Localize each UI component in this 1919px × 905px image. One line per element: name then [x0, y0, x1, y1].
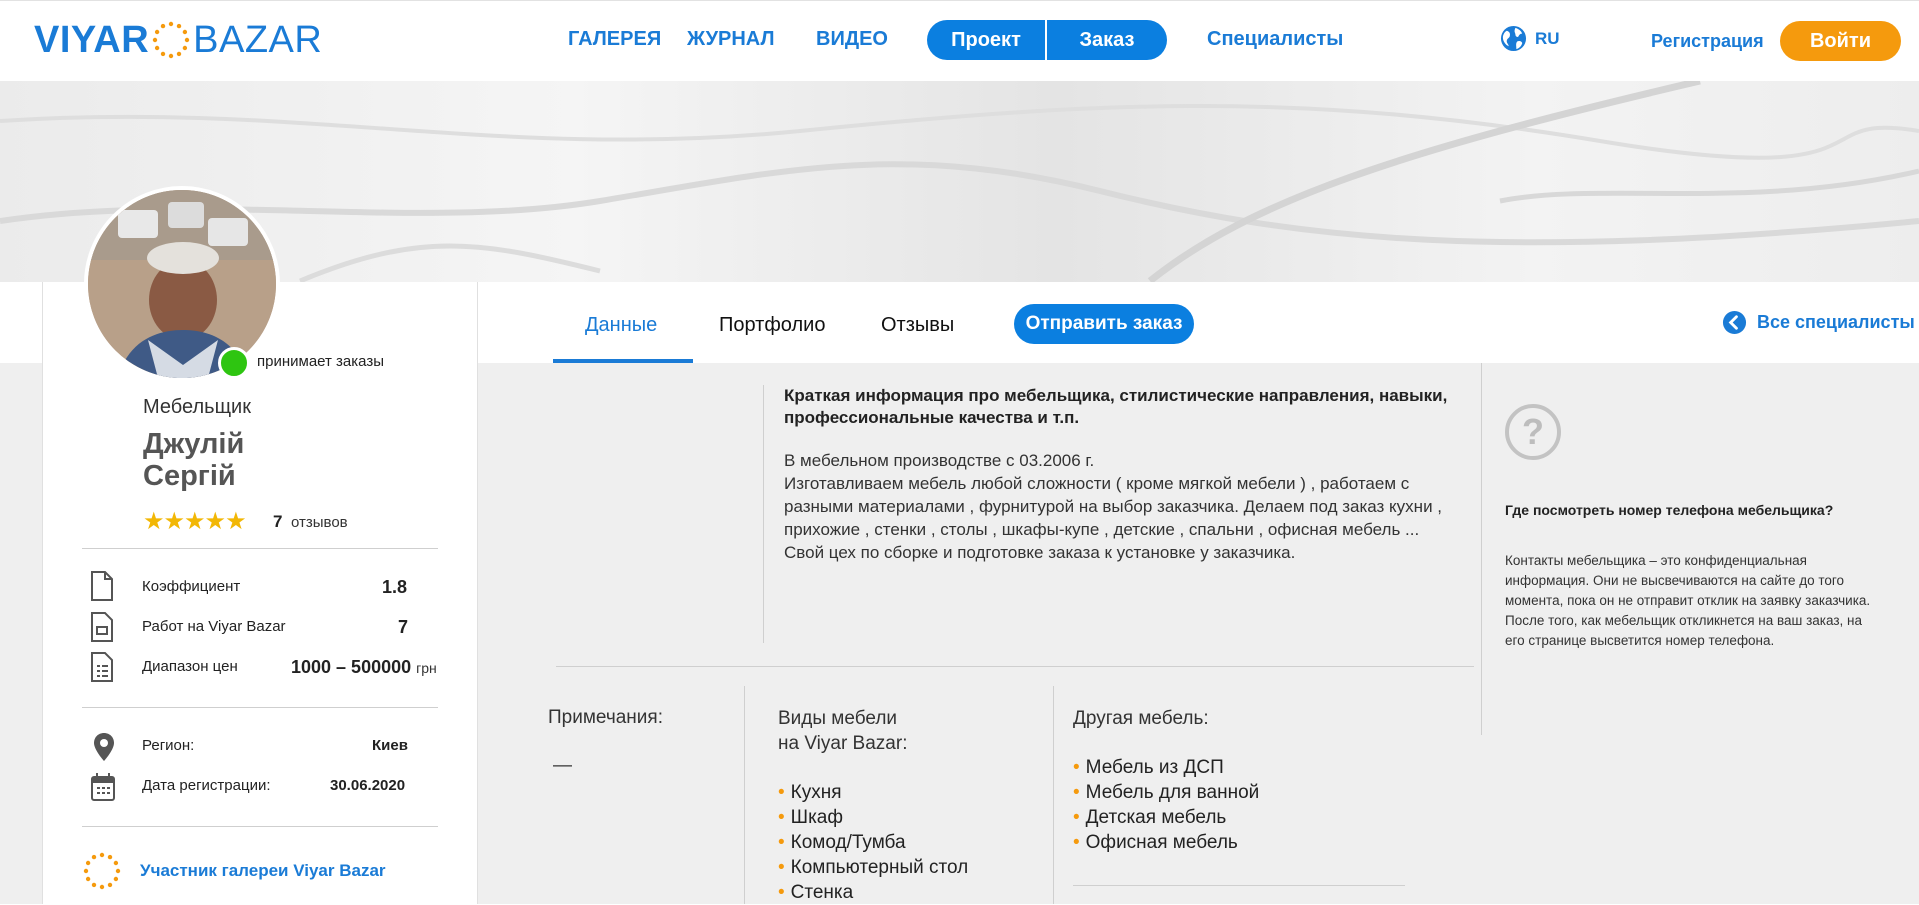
reviews-label: отзывов [291, 514, 348, 531]
last-name: Сергій [143, 460, 236, 492]
about-title: Краткая информация про мебельщика, стили… [784, 386, 1448, 427]
furniture-types-title-line2: на Viyar Bazar: [778, 733, 908, 754]
notes-label: Примечания: [548, 707, 663, 728]
specialist-name: Джулій Сергій [143, 428, 244, 492]
list-item: Мебель для ванной [1073, 780, 1260, 805]
calendar-icon [91, 773, 115, 801]
rating-stars: ★★★★★ [143, 508, 247, 535]
registration-date-value: 30.06.2020 [330, 777, 406, 794]
price-unit: грн [416, 660, 437, 676]
list-item: Компьютерный стол [778, 855, 969, 880]
register-link[interactable]: Регистрация [1651, 31, 1764, 52]
language-selector[interactable]: RU [1500, 25, 1560, 52]
availability-status: принимает заказы [257, 353, 384, 370]
file-icon [91, 571, 113, 601]
chevron-left-icon [1722, 310, 1747, 335]
price-range-value: 1000 – 500000 [291, 657, 412, 677]
stat-price-range: 1000 – 500000 грн [291, 657, 437, 678]
divider [1073, 885, 1405, 886]
first-name: Джулій [143, 428, 245, 460]
all-specialists-label: Все специалисты [1757, 312, 1915, 332]
phone-answer: Контакты мебельщика – это конфиденциальн… [1505, 553, 1871, 648]
online-status-indicator [218, 347, 250, 379]
phone-question: Где посмотреть номер телефона мебельщика… [1505, 502, 1834, 518]
tab-reviews[interactable]: Отзывы [881, 314, 954, 337]
vertical-divider [1053, 686, 1054, 904]
sun-logo-icon [152, 21, 190, 59]
reviews-count: 7 [273, 512, 283, 531]
list-item: Мебель из ДСП [1073, 755, 1259, 780]
price-list-icon [91, 652, 113, 682]
profile-banner [0, 81, 1919, 282]
list-item: Комод/Тумба [778, 830, 968, 855]
all-specialists-link[interactable]: Все специалисты [1722, 310, 1915, 335]
plaster-texture [0, 81, 1919, 282]
login-button[interactable]: Войти [1780, 21, 1901, 61]
tab-data[interactable]: Данные [585, 314, 657, 337]
gallery-member-icon [83, 852, 121, 890]
about-text: В мебельном производстве с 03.2006 г. Из… [784, 451, 1443, 562]
stat-price-label: Диапазон цен [142, 658, 238, 675]
project-button[interactable]: Проект [927, 20, 1045, 60]
stat-works-value: 7 [398, 617, 409, 637]
region-value: Киев [372, 737, 408, 754]
list-item: Детская мебель [1073, 805, 1259, 830]
site-logo[interactable]: VIYAR BAZAR [34, 19, 322, 61]
registration-date-label: Дата регистрации: [142, 777, 271, 794]
vertical-divider [763, 385, 764, 643]
furniture-types-title: Виды мебели на Viyar Bazar: [778, 706, 907, 756]
location-pin-icon [94, 733, 114, 761]
question-icon: ? [1505, 404, 1561, 460]
stat-works-label: Работ на Viyar Bazar [142, 618, 286, 635]
active-tab-indicator [553, 359, 693, 363]
send-order-button[interactable]: Отправить заказ [1014, 304, 1194, 344]
furniture-types-list: Кухня Шкаф Комод/Тумба Компьютерный стол… [778, 780, 969, 905]
list-item: Шкаф [778, 805, 968, 830]
divider [82, 826, 438, 827]
list-item: Стенка [778, 880, 968, 905]
tab-portfolio[interactable]: Портфолио [719, 314, 825, 337]
divider [556, 666, 1474, 667]
divider [82, 548, 438, 549]
vertical-divider [744, 686, 745, 904]
list-item: Кухня [778, 780, 968, 805]
other-furniture-title: Другая мебель: [1073, 708, 1209, 729]
other-furniture-list: Мебель из ДСП Мебель для ванной Детская … [1073, 755, 1260, 855]
nav-video[interactable]: ВИДЕО [816, 28, 888, 51]
order-button[interactable]: Заказ [1047, 20, 1167, 60]
nav-journal[interactable]: ЖУРНАЛ [687, 28, 775, 51]
avatar-photo [88, 190, 276, 378]
stat-coefficient-value: 1.8 [382, 577, 408, 597]
avatar [84, 186, 280, 382]
globe-icon [1500, 25, 1527, 52]
furniture-types-title-line1: Виды мебели [778, 708, 898, 729]
nav-gallery[interactable]: ГАЛЕРЕЯ [568, 28, 661, 51]
profession-label: Мебельщик [143, 396, 251, 418]
stat-coefficient-label: Коэффициент [142, 578, 241, 595]
works-icon [91, 612, 113, 642]
nav-specialists[interactable]: Специалисты [1207, 28, 1343, 51]
gallery-member-link[interactable]: Участник галереи Viyar Bazar [140, 861, 386, 881]
notes-value: — [553, 755, 572, 776]
divider [82, 707, 438, 708]
language-label: RU [1535, 28, 1560, 48]
region-label: Регион: [142, 737, 195, 754]
vertical-divider [1481, 363, 1482, 735]
list-item: Офисная мебель [1073, 830, 1259, 855]
